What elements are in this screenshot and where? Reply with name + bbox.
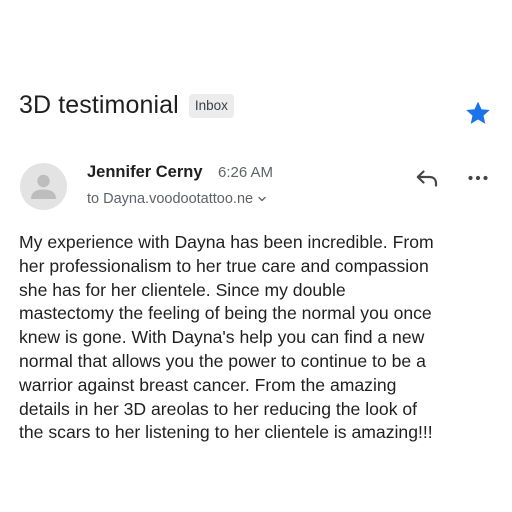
sent-time: 6:26 AM	[218, 164, 274, 181]
reply-icon[interactable]	[414, 165, 440, 191]
star-icon[interactable]	[464, 99, 492, 127]
email-view: 3D testimonial Inbox Jennifer Cerny 6:26…	[0, 0, 512, 512]
email-subject: 3D testimonial	[19, 91, 179, 119]
sender-name: Jennifer Cerny	[87, 163, 203, 181]
recipient-details-toggle[interactable]: to Dayna.voodootattoo.ne	[87, 189, 267, 209]
avatar[interactable]	[20, 163, 67, 210]
person-icon	[31, 174, 56, 199]
email-body: My experience with Dayna has been incred…	[19, 232, 434, 443]
inbox-label-chip[interactable]: Inbox	[188, 94, 234, 118]
recipient-text: to Dayna.voodootattoo.ne	[87, 191, 254, 207]
more-horizontal-icon[interactable]	[466, 168, 490, 188]
chevron-down-icon	[258, 196, 266, 202]
subject-row: 3D testimonial Inbox	[19, 88, 234, 122]
